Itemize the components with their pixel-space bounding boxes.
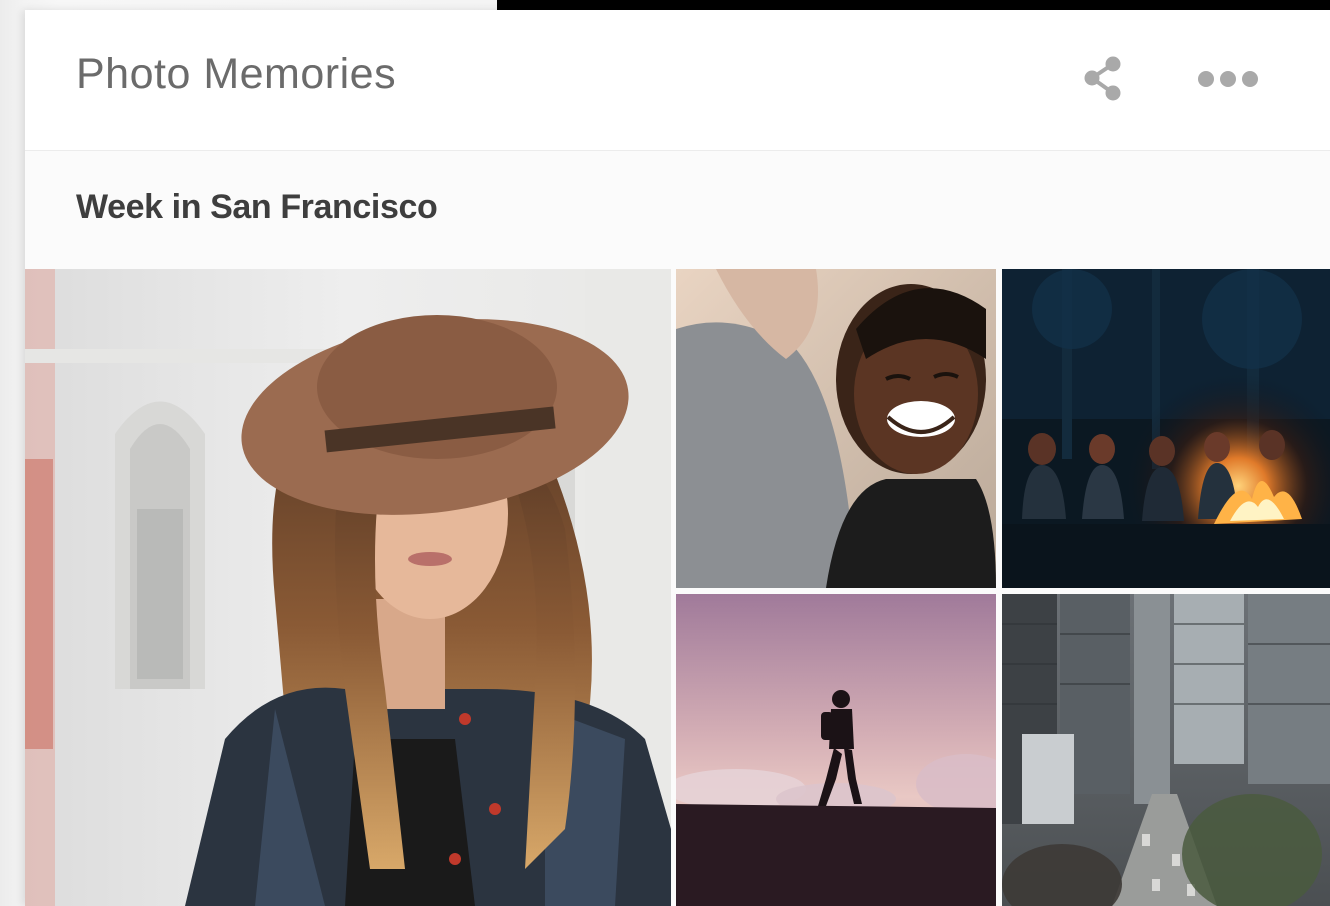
more-options-button[interactable] [1193,64,1265,94]
album-title: Week in San Francisco [76,188,438,226]
share-button[interactable] [1079,54,1127,104]
photo-woman-in-hat[interactable] [25,269,671,906]
photo-city-street[interactable] [1002,594,1330,906]
photo-campfire-night[interactable] [1002,269,1330,588]
photo-memories-card: Photo Memories Week in San Francisco [25,10,1330,906]
card-title: Photo Memories [76,50,397,98]
share-icon [1084,56,1121,101]
photo-hiker-silhouette[interactable] [676,594,996,906]
more-icon [1198,71,1258,87]
card-header: Photo Memories [25,10,1330,151]
photo-smiling-woman[interactable] [676,269,996,588]
